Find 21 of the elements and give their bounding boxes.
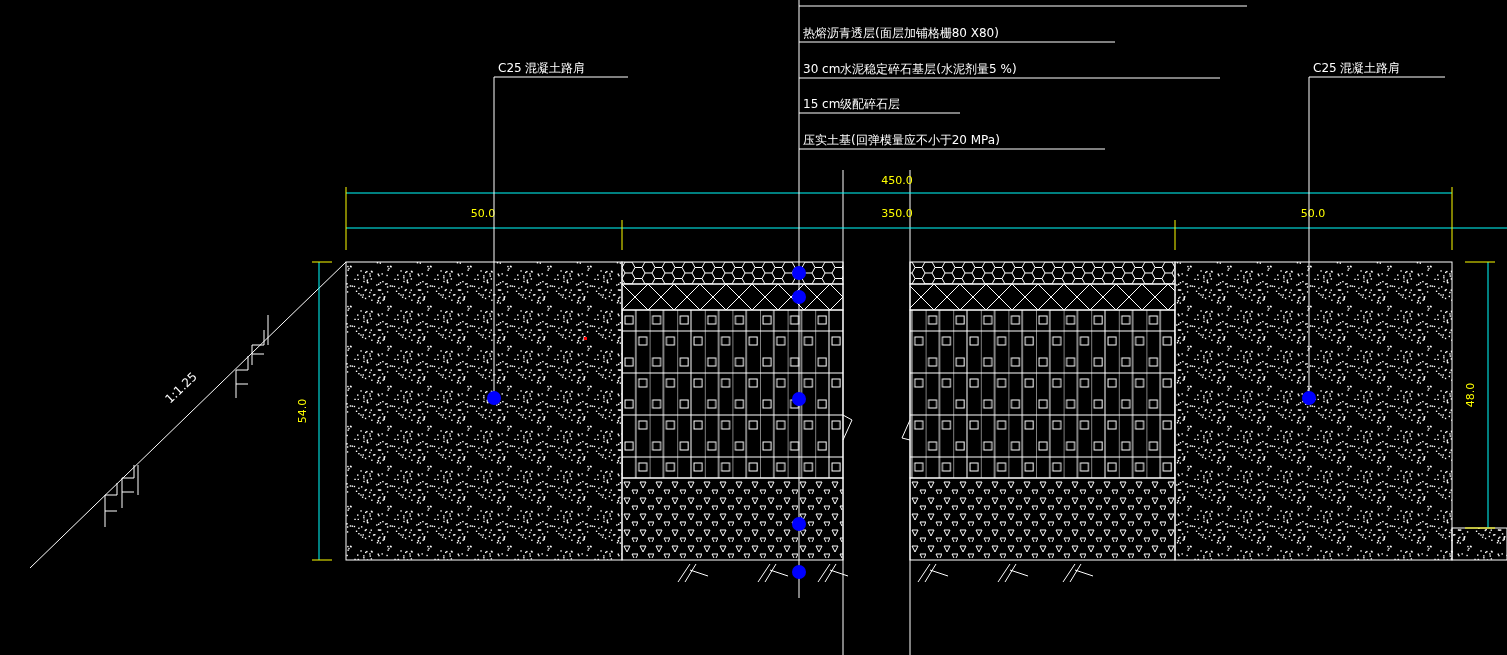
layer-label: 15 cm级配碎石层 <box>803 97 901 111</box>
dimension-label: 350.0 <box>881 207 913 220</box>
grip-point-icon[interactable] <box>792 266 806 280</box>
shoulder-label: C25 混凝土路肩 <box>1313 61 1401 75</box>
grip-point-icon[interactable] <box>1302 391 1316 405</box>
grip-point-icon[interactable] <box>792 517 806 531</box>
grip-point-icon[interactable] <box>792 565 806 579</box>
layer-label: 热熔沥青透层(面层加铺格栅80 X80) <box>803 26 999 40</box>
layer-label: 30 cm水泥稳定碎石基层(水泥剂量5 %) <box>803 62 1017 76</box>
point-marker-icon <box>584 337 587 340</box>
grip-point-icon[interactable] <box>487 391 501 405</box>
grip-point-icon[interactable] <box>792 290 806 304</box>
grip-point-icon[interactable] <box>792 392 806 406</box>
layer-label: 压实土基(回弹模量应不小于20 MPa) <box>803 133 1000 147</box>
dimension-label: 50.0 <box>1300 207 1326 220</box>
dimension-label: 48.0 <box>1464 382 1477 408</box>
dimension-label: 450.0 <box>881 174 913 187</box>
shoulder-label: C25 混凝土路肩 <box>498 61 586 75</box>
ground-block <box>1451 527 1507 561</box>
dimension-label: 50.0 <box>470 207 496 220</box>
dimension-label: 54.0 <box>296 398 309 424</box>
